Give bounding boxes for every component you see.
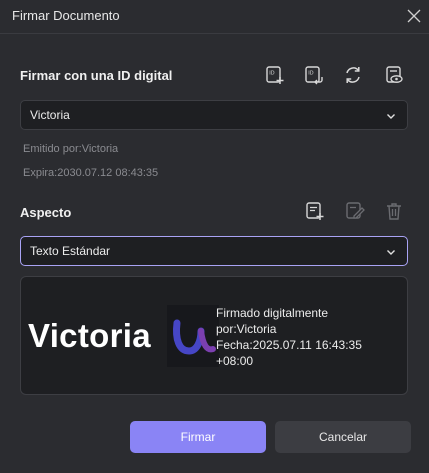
digital-id-selected-value: Victoria: [30, 108, 70, 122]
signature-name: Victoria: [28, 317, 151, 354]
view-id-icon[interactable]: [383, 64, 405, 86]
issued-by-text: Emitido por:Victoria: [23, 143, 119, 155]
appearance-selected-value: Texto Estándar: [30, 244, 111, 258]
appearance-section-title: Aspecto: [20, 205, 72, 220]
signature-details: Firmado digitalmente por:Victoria Fecha:…: [216, 305, 402, 369]
dialog-title: Firmar Documento: [12, 8, 120, 23]
expiry-text: Expira:2030.07.12 08:43:35: [23, 167, 159, 179]
import-id-icon[interactable]: ID: [303, 64, 325, 86]
create-appearance-icon[interactable]: [304, 200, 326, 222]
delete-appearance-icon[interactable]: [383, 200, 405, 222]
refresh-icon[interactable]: [342, 64, 364, 86]
edit-appearance-icon[interactable]: [344, 200, 366, 222]
signature-detail-line: +08:00: [216, 354, 254, 368]
chevron-down-icon: [387, 250, 395, 255]
appearance-select[interactable]: Texto Estándar: [20, 236, 408, 266]
signature-preview: Victoria Firmado digitalmente por:Victor…: [20, 276, 408, 395]
digital-id-select[interactable]: Victoria: [20, 100, 408, 130]
signature-detail-line: Fecha:2025.07.11 16:43:35: [216, 338, 362, 352]
signature-detail-line: Firmado digitalmente: [216, 306, 329, 320]
create-id-icon[interactable]: ID: [264, 64, 286, 86]
sign-button[interactable]: Firmar: [130, 421, 266, 453]
svg-text:ID: ID: [308, 71, 313, 77]
chevron-down-icon: [387, 114, 395, 119]
dialog-titlebar: Firmar Documento: [0, 0, 429, 34]
svg-text:ID: ID: [269, 71, 274, 77]
cancel-button[interactable]: Cancelar: [275, 421, 411, 453]
close-icon[interactable]: [404, 6, 424, 26]
digital-id-section-title: Firmar con una ID digital: [20, 68, 173, 83]
app-logo-watermark-icon: [167, 305, 219, 367]
signature-detail-line: por:Victoria: [216, 322, 277, 336]
